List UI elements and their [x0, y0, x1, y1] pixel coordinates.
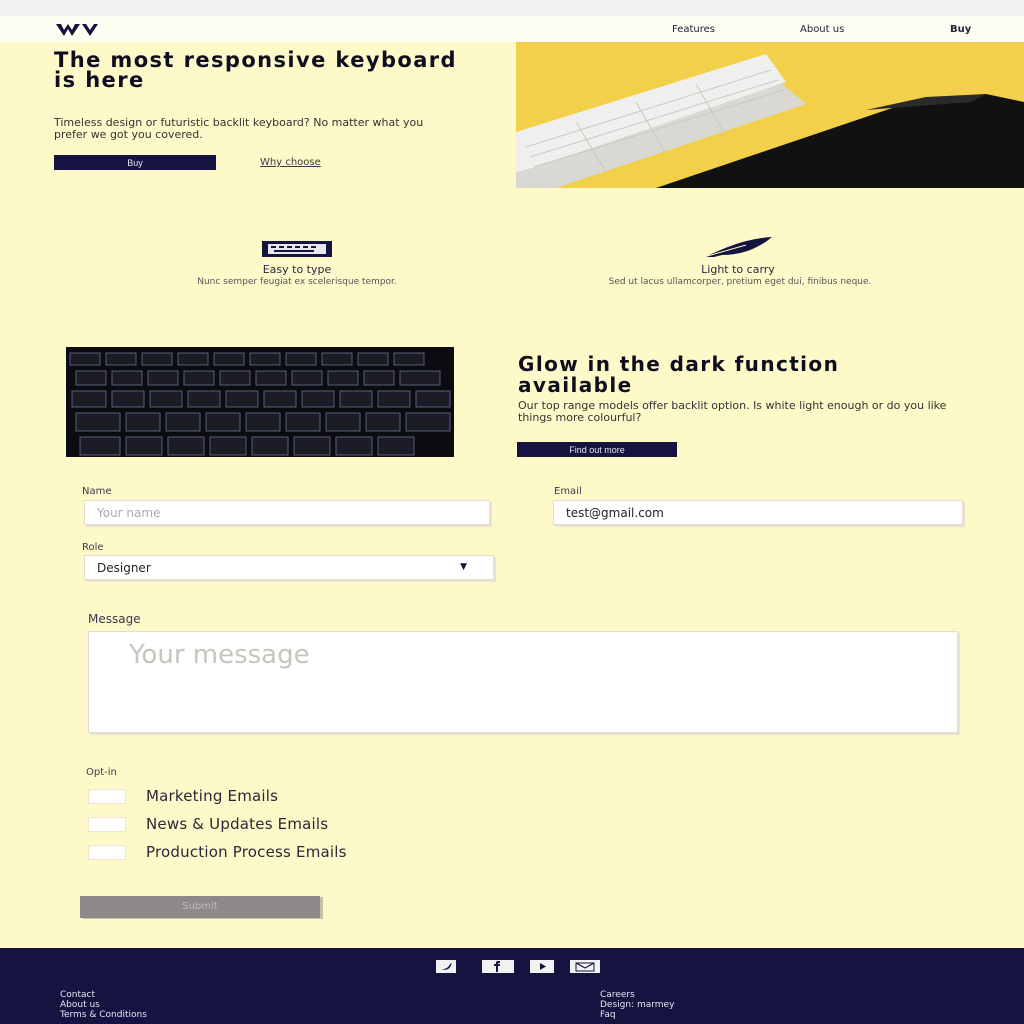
footer-link-about[interactable]: About us	[60, 1000, 100, 1010]
footer-link-design[interactable]: Design: marmey	[600, 1000, 674, 1010]
message-placeholder: Your message	[129, 640, 310, 670]
email-field[interactable]: test@gmail.com	[553, 500, 963, 525]
keyboard-icon	[262, 241, 332, 257]
checkbox-news[interactable]	[88, 817, 126, 832]
email-value: test@gmail.com	[566, 506, 664, 520]
hero-title: The most responsive keyboard is here	[54, 48, 457, 92]
name-placeholder: Your name	[97, 506, 161, 520]
glow-description: Our top range models offer backlit optio…	[518, 399, 947, 424]
hero-keyboard-image	[516, 42, 1024, 188]
buy-button[interactable]: Buy	[54, 155, 216, 170]
feather-icon	[703, 237, 772, 258]
name-label: Name	[82, 486, 112, 497]
submit-button[interactable]: Submit	[80, 896, 320, 918]
nav-link-buy[interactable]: Buy	[950, 24, 971, 35]
find-out-more-button[interactable]: Find out more	[517, 442, 677, 457]
checkbox-label-marketing: Marketing Emails	[146, 787, 279, 805]
feature-desc-easy-to-type: Nunc semper feugiat ex scelerisque tempo…	[197, 277, 397, 287]
nav-link-about[interactable]: About us	[800, 24, 844, 35]
checkbox-label-production: Production Process Emails	[146, 843, 347, 861]
nav-link-features[interactable]: Features	[672, 24, 715, 35]
footer-link-careers[interactable]: Careers	[600, 990, 635, 1000]
chevron-down-icon: ▼	[460, 562, 467, 572]
hero-description: Timeless design or futuristic backlit ke…	[54, 116, 424, 141]
facebook-icon[interactable]	[482, 960, 514, 973]
feature-title-easy-to-type: Easy to type	[262, 263, 332, 276]
checkbox-label-news: News & Updates Emails	[146, 815, 329, 833]
message-label: Message	[88, 612, 141, 626]
why-choose-link[interactable]: Why choose	[260, 157, 321, 168]
logo[interactable]	[54, 22, 104, 38]
role-value: Designer	[97, 561, 151, 575]
footer-link-contact[interactable]: Contact	[60, 990, 95, 1000]
youtube-icon[interactable]	[530, 960, 554, 973]
checkbox-production[interactable]	[88, 845, 126, 860]
role-select[interactable]: Designer ▼	[84, 555, 494, 580]
email-icon[interactable]	[570, 960, 600, 973]
message-textarea[interactable]: Your message	[88, 631, 958, 733]
feature-desc-light-to-carry: Sed ut lacus ullamcorper, pretium eget d…	[608, 277, 872, 287]
footer-link-faq[interactable]: Faq	[600, 1010, 616, 1020]
twitter-icon[interactable]	[436, 960, 456, 973]
glow-title: Glow in the dark function available	[518, 352, 840, 397]
name-field[interactable]: Your name	[84, 500, 490, 525]
top-nav	[0, 16, 1024, 42]
role-label: Role	[82, 542, 104, 553]
footer-link-terms[interactable]: Terms & Conditions	[60, 1010, 147, 1020]
email-label: Email	[554, 486, 582, 497]
backlit-keyboard-image	[66, 347, 454, 457]
browser-strip	[0, 0, 1024, 16]
feature-title-light-to-carry: Light to carry	[701, 263, 775, 276]
optin-label: Opt-in	[86, 767, 117, 778]
checkbox-marketing[interactable]	[88, 789, 126, 804]
